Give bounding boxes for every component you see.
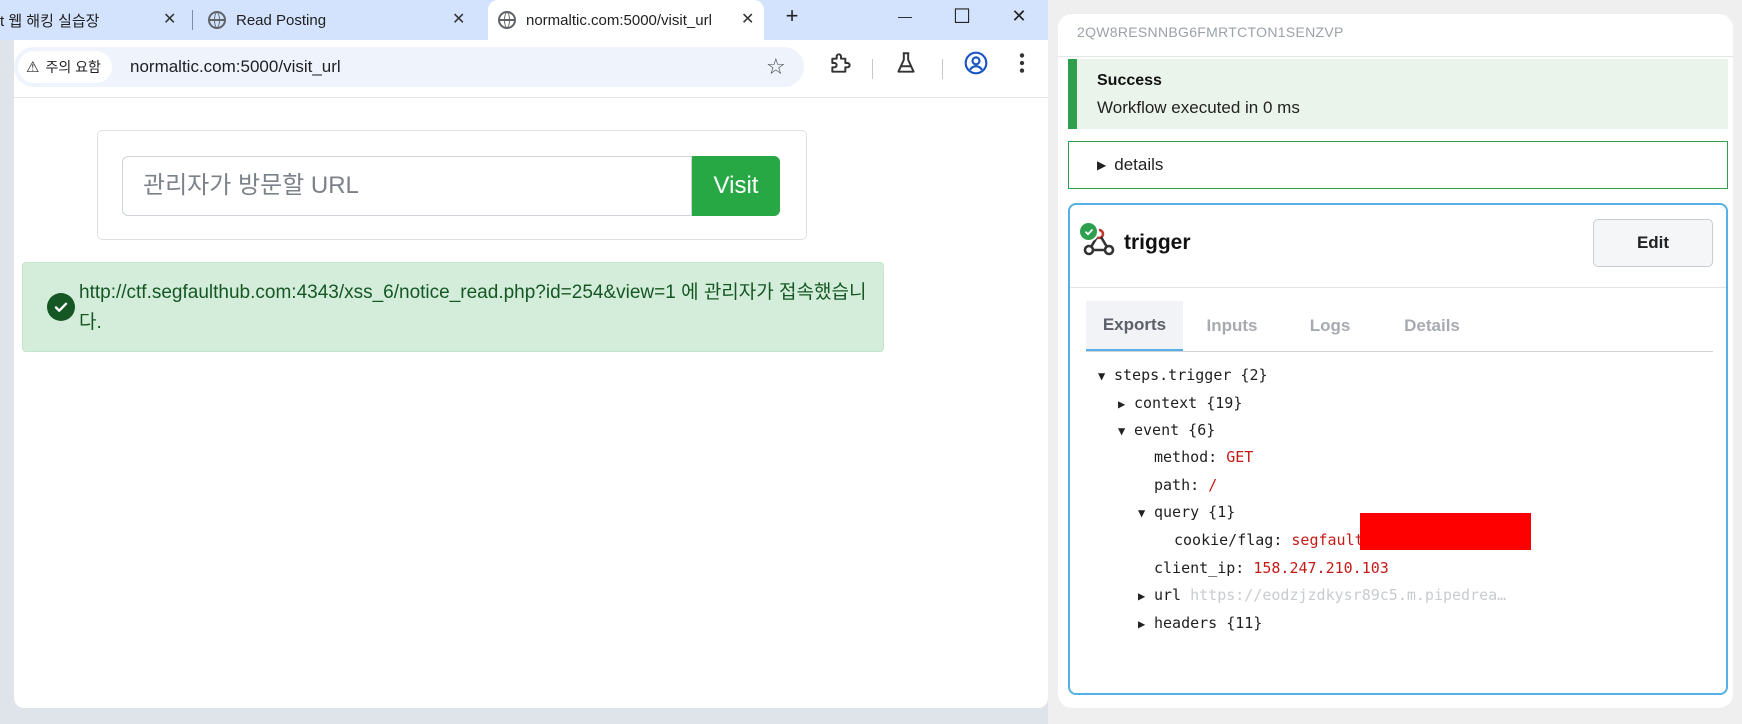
tree-leaf-path: path: / (1154, 476, 1218, 494)
tab-title: t 웹 해킹 실습장 (0, 12, 100, 30)
caret-down-icon: ▼ (1118, 424, 1126, 438)
profile-avatar-icon[interactable] (963, 50, 989, 76)
tab-close-icon[interactable]: ✕ (163, 12, 176, 28)
tree-node-context[interactable]: ▶ context {19} (1118, 391, 1242, 415)
address-bar[interactable]: ⚠ 주의 요함 normaltic.com:5000/visit_url ☆ (14, 47, 804, 87)
event-id: 2QW8RESNNBG6FMRTCTON1SENZVP (1077, 24, 1344, 40)
tab-close-icon[interactable]: ✕ (741, 12, 754, 28)
maximize-button[interactable]: ☐ (939, 0, 985, 32)
caret-right-icon: ▶ (1138, 617, 1146, 631)
caret-down-icon: ▼ (1098, 369, 1106, 383)
trigger-header: trigger Edit (1070, 205, 1726, 288)
tab-exports[interactable]: Exports (1086, 301, 1183, 351)
alert-message: http://ctf.segfaulthub.com:4343/xss_6/no… (79, 282, 867, 333)
success-alert: http://ctf.segfaulthub.com:4343/xss_6/no… (22, 262, 884, 352)
tab-separator (192, 10, 193, 30)
tab-read-posting[interactable]: Read Posting ✕ (208, 0, 478, 40)
toolbar-separator (942, 59, 943, 79)
extensions-puzzle-icon[interactable] (828, 50, 854, 76)
visit-url-card: Visit (97, 130, 807, 240)
labs-flask-icon[interactable] (893, 50, 919, 76)
new-tab-button[interactable]: + (769, 0, 815, 32)
address-text[interactable]: normaltic.com:5000/visit_url (130, 57, 341, 77)
caret-right-icon: ▶ (1097, 158, 1107, 172)
browser-toolbar: ⚠ 주의 요함 normaltic.com:5000/visit_url ☆ (14, 40, 1048, 98)
tree-node-url[interactable]: ▶ url https://eodzjzdkysr89c5.m.pipedrea… (1138, 583, 1506, 607)
trigger-step-card: trigger Edit Exports Inputs Logs Details… (1068, 203, 1728, 695)
visit-button[interactable]: Visit (692, 156, 780, 216)
page-content: Visit http://ctf.segfaulthub.com:4343/xs… (14, 98, 1048, 708)
caret-right-icon: ▶ (1138, 589, 1146, 603)
success-message: Workflow executed in 0 ms (1097, 98, 1300, 117)
bookmark-star-icon[interactable]: ☆ (766, 54, 786, 80)
divider (1058, 56, 1733, 57)
more-menu-icon[interactable] (1009, 50, 1035, 76)
caret-down-icon: ▼ (1138, 506, 1146, 520)
tree-node-event[interactable]: ▼ event {6} (1118, 418, 1215, 442)
details-label: details (1114, 155, 1164, 174)
tab-title: Read Posting (236, 11, 327, 29)
tree-node-headers[interactable]: ▶ headers {11} (1138, 611, 1262, 635)
trigger-title: trigger (1124, 231, 1191, 254)
tab-inputs[interactable]: Inputs (1186, 301, 1278, 351)
details-toggle[interactable]: ▶ details (1068, 141, 1728, 189)
tab-strip: t 웹 해킹 실습장 ✕ Read Posting ✕ normaltic.co… (0, 0, 1048, 40)
tab-visit-url[interactable]: normaltic.com:5000/visit_url ✕ (488, 0, 764, 40)
toolbar-separator (872, 59, 873, 79)
success-check-icon (1078, 221, 1099, 242)
warning-icon: ⚠ (26, 59, 40, 76)
security-warning-label: 주의 요함 (45, 59, 101, 75)
globe-icon (208, 11, 226, 29)
tree-node-steps-trigger[interactable]: ▼ steps.trigger {2} (1098, 363, 1268, 387)
security-warning-chip[interactable]: ⚠ 주의 요함 (18, 51, 112, 83)
tab-close-icon[interactable]: ✕ (452, 12, 465, 28)
tree-node-query[interactable]: ▼ query {1} (1138, 500, 1235, 524)
tree-leaf-cookie-flag: cookie/flag: segfault (1174, 531, 1364, 549)
tree-leaf-method: method: GET (1154, 448, 1254, 466)
edit-button[interactable]: Edit (1593, 219, 1713, 267)
tree-leaf-client-ip: client_ip: 158.247.210.103 (1154, 559, 1389, 577)
tab-details[interactable]: Details (1382, 301, 1482, 351)
check-circle-icon (47, 293, 75, 321)
tab-logs[interactable]: Logs (1286, 301, 1374, 351)
success-title: Success (1097, 72, 1162, 89)
tab-web-hacking[interactable]: t 웹 해킹 실습장 ✕ (0, 0, 190, 40)
globe-icon (498, 11, 516, 29)
admin-url-input[interactable] (122, 156, 692, 216)
panel-card: 2QW8RESNNBG6FMRTCTON1SENZVP Success Work… (1058, 14, 1733, 708)
redaction-box (1360, 513, 1531, 550)
minimize-button[interactable]: — (882, 0, 928, 32)
tab-title: normaltic.com:5000/visit_url (526, 11, 712, 29)
browser-window: t 웹 해킹 실습장 ✕ Read Posting ✕ normaltic.co… (0, 0, 1048, 724)
close-window-button[interactable]: ✕ (996, 0, 1042, 32)
inspector-tabs: Exports Inputs Logs Details (1086, 301, 1713, 352)
success-banner: Success Workflow executed in 0 ms (1068, 59, 1728, 129)
caret-right-icon: ▶ (1118, 397, 1126, 411)
workflow-panel: 2QW8RESNNBG6FMRTCTON1SENZVP Success Work… (1048, 0, 1742, 724)
